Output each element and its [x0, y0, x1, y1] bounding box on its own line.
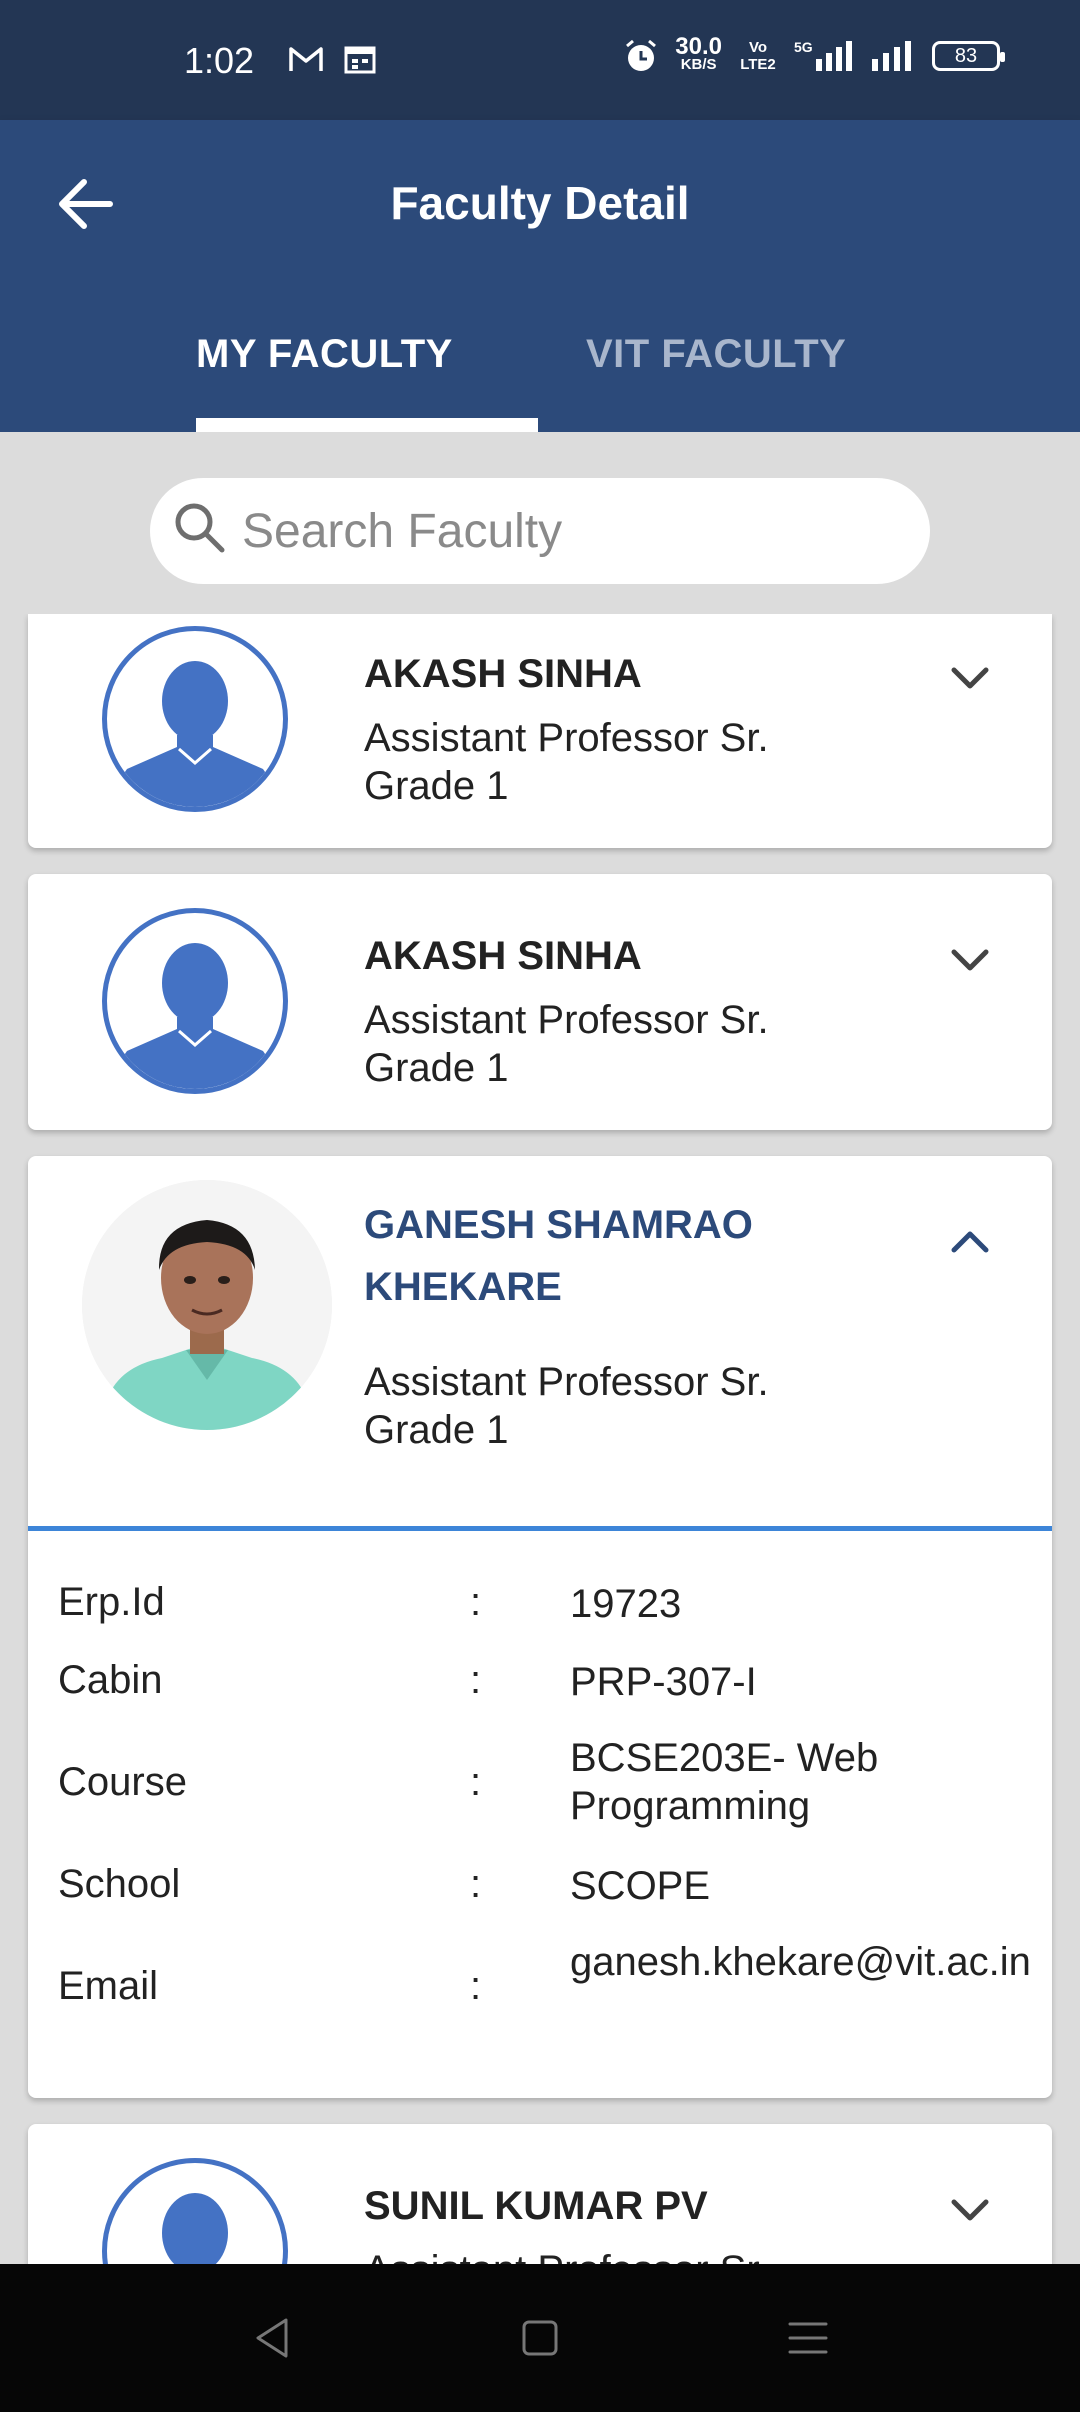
chevron-up-icon[interactable]	[948, 1226, 992, 1256]
detail-label: School	[58, 1862, 181, 1906]
detail-separator: :	[470, 1964, 482, 2008]
detail-separator: :	[470, 1580, 482, 1624]
faculty-photo-image	[82, 1180, 332, 1430]
detail-separator: :	[470, 1658, 482, 1702]
nav-back-icon[interactable]	[246, 2310, 302, 2366]
person-icon	[120, 661, 270, 807]
nav-home-icon[interactable]	[512, 2310, 568, 2366]
system-nav-bar	[0, 2264, 1080, 2412]
alarm-icon	[626, 39, 657, 71]
faculty-list: AKASH SINHA Assistant Professor Sr. Grad…	[0, 614, 1080, 2264]
app-bar: Faculty Detail	[0, 120, 1080, 288]
faculty-name: SUNIL KUMAR PV	[364, 2184, 708, 2228]
detail-value: SCOPE	[570, 1864, 711, 1908]
gmail-icon	[289, 47, 323, 71]
avatar	[102, 2158, 288, 2264]
avatar	[102, 908, 288, 1094]
detail-value[interactable]: ganesh.khekare@vit.ac.in	[570, 1938, 1040, 1986]
battery-level: 83	[954, 44, 978, 67]
nav-menu-icon[interactable]	[780, 2310, 836, 2366]
search-icon	[175, 503, 225, 553]
tab-vit-faculty[interactable]: VIT FACULTY	[586, 332, 846, 377]
faculty-card[interactable]: SUNIL KUMAR PV Assistant Professor Sr.	[28, 2124, 1052, 2264]
chevron-down-icon[interactable]	[948, 662, 992, 692]
faculty-name: AKASH SINHA	[364, 652, 642, 696]
tab-bar: MY FACULTY VIT FACULTY	[0, 288, 1080, 432]
search-bar[interactable]	[150, 478, 930, 584]
svg-text:5G: 5G	[794, 39, 813, 55]
5g-signal-icon: 5G	[794, 39, 852, 71]
avatar	[102, 626, 288, 812]
calendar-icon	[344, 46, 376, 74]
status-time: 1:02	[184, 40, 255, 81]
card-divider	[28, 1526, 1052, 1531]
detail-value: PRP-307-I	[570, 1660, 757, 1704]
vo-lte-icon: Vo LTE2	[740, 39, 776, 73]
detail-label: Email	[58, 1964, 159, 2008]
battery-icon: 83	[932, 41, 1005, 71]
faculty-card[interactable]: AKASH SINHA Assistant Professor Sr. Grad…	[28, 874, 1052, 1130]
status-bar: 1:02 30.0 KB/S Vo LTE2 5G 83	[0, 0, 1080, 120]
faculty-name: AKASH SINHA	[364, 934, 642, 978]
tab-indicator	[196, 418, 538, 432]
tab-my-faculty[interactable]: MY FACULTY	[196, 332, 453, 377]
detail-separator: :	[470, 1760, 482, 1804]
person-icon	[120, 943, 270, 1089]
faculty-designation: Assistant Professor Sr.	[364, 2246, 884, 2264]
detail-value: BCSE203E- Web Programming	[570, 1736, 879, 1828]
network-speed-unit: KB/S	[680, 56, 717, 73]
faculty-photo	[82, 1180, 332, 1430]
search-input[interactable]	[242, 494, 902, 568]
faculty-designation: Assistant Professor Sr. Grade 1	[364, 998, 769, 1090]
detail-value: 19723	[570, 1582, 682, 1626]
faculty-name: GANESH SHAMRAO KHEKARE	[364, 1203, 753, 1309]
chevron-down-icon[interactable]	[948, 944, 992, 974]
signal-icon	[872, 41, 911, 71]
faculty-card-expanded[interactable]: GANESH SHAMRAO KHEKARE Assistant Profess…	[28, 1156, 1052, 2098]
faculty-card[interactable]: AKASH SINHA Assistant Professor Sr. Grad…	[28, 614, 1052, 848]
network-speed: 30.0	[675, 33, 722, 60]
chevron-down-icon[interactable]	[948, 2194, 992, 2224]
faculty-designation: Assistant Professor Sr. Grade 1	[364, 716, 769, 808]
page-title: Faculty Detail	[390, 177, 690, 229]
detail-label: Cabin	[58, 1658, 163, 1702]
detail-label: Course	[58, 1760, 187, 1804]
person-icon	[162, 2193, 228, 2264]
detail-label: Erp.Id	[58, 1580, 165, 1624]
detail-separator: :	[470, 1862, 482, 1906]
faculty-designation: Assistant Professor Sr. Grade 1	[364, 1360, 769, 1452]
